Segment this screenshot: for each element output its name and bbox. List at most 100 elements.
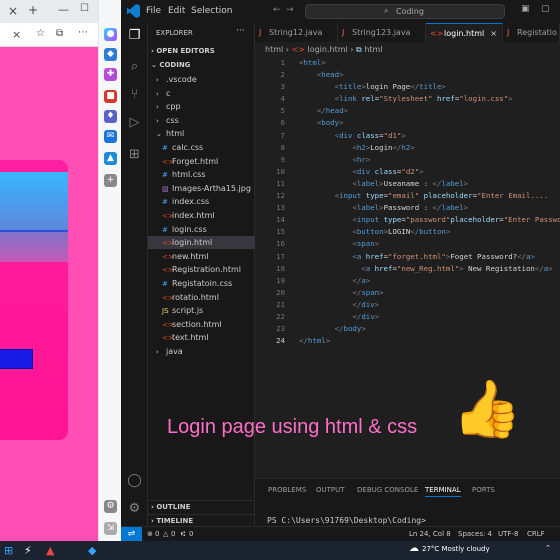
file-tree-item[interactable]: <>section.html: [148, 318, 255, 331]
code-line[interactable]: </div>: [299, 311, 560, 323]
encoding[interactable]: UTF-8: [498, 527, 518, 542]
file-tree-item[interactable]: › cpp: [148, 100, 255, 113]
explorer-icon[interactable]: ❐: [127, 28, 142, 43]
tab-login-html[interactable]: <> login.html ×: [426, 23, 503, 42]
file-tree-item[interactable]: <>login.html: [148, 236, 255, 250]
terminal-prompt[interactable]: PS C:\Users\91769\Desktop\Coding>: [267, 516, 426, 525]
tab-string12[interactable]: J String12.java: [255, 23, 338, 42]
layout-icon[interactable]: ▣: [521, 4, 530, 14]
file-tree-item[interactable]: › .vscode: [148, 73, 255, 86]
breadcrumb-item[interactable]: html: [265, 45, 283, 54]
minimize-button[interactable]: —: [58, 3, 69, 16]
login-button[interactable]: [0, 349, 33, 369]
file-tree-item[interactable]: ⌄ html: [148, 127, 255, 140]
file-tree-item[interactable]: ▨ Images-Artha15.jpg: [148, 182, 255, 195]
code-line[interactable]: <input type="password"placeholder="Enter…: [299, 214, 560, 226]
start-icon[interactable]: ⊞: [4, 544, 13, 557]
account-icon[interactable]: ◯: [127, 473, 142, 488]
file-tree-item[interactable]: <>Registration.html: [148, 263, 255, 276]
breadcrumb-item[interactable]: login.html: [307, 45, 347, 54]
source-control-icon[interactable]: ⑂: [127, 87, 142, 102]
taskbar-app-icon[interactable]: ⚡: [24, 544, 32, 557]
more-icon[interactable]: ⋯: [78, 27, 88, 38]
code-line[interactable]: <a href="forget.html">Foget Password?</a…: [299, 251, 560, 263]
code-line[interactable]: <head>: [299, 69, 560, 81]
file-tree-item[interactable]: › css: [148, 114, 255, 127]
code-line[interactable]: <button>LOGIN</button>: [299, 226, 560, 238]
code-line[interactable]: <body>: [299, 117, 560, 129]
games-icon[interactable]: ♦: [104, 110, 117, 123]
panel-toggle-icon[interactable]: ▢: [541, 4, 550, 14]
maximize-button[interactable]: ☐: [80, 3, 89, 14]
taskbar-app-icon[interactable]: ▲: [46, 544, 54, 557]
tab-string123[interactable]: J String123.java: [338, 23, 426, 42]
panel-tab-problems[interactable]: PROBLEMS: [268, 486, 306, 494]
file-tree-item[interactable]: <>text.html: [148, 331, 255, 344]
code-line[interactable]: <label>Password : </label>: [299, 202, 560, 214]
cursor-position[interactable]: Ln 24, Col 8: [409, 527, 451, 542]
menu-edit[interactable]: Edit: [168, 6, 185, 16]
remote-indicator[interactable]: ⇌: [121, 527, 142, 542]
new-tab-button[interactable]: +: [28, 3, 38, 17]
sidebar-expand-icon[interactable]: ⇲: [104, 522, 117, 535]
warning-count[interactable]: 0: [171, 527, 175, 542]
extensions-icon[interactable]: ⊞: [127, 147, 142, 162]
file-tree-item[interactable]: # html.css: [148, 168, 255, 181]
nav-forward-icon[interactable]: →: [286, 5, 294, 15]
folder-coding-section[interactable]: ⌄ CODING: [148, 59, 255, 72]
file-tree-item[interactable]: <>rotatio.html: [148, 291, 255, 304]
nav-back-icon[interactable]: ←: [273, 5, 281, 15]
code-line[interactable]: </html>: [299, 335, 560, 347]
code-line[interactable]: <div class="d2">: [299, 166, 560, 178]
code-line[interactable]: </a>: [299, 275, 560, 287]
file-tree-item[interactable]: <>new.html: [148, 250, 255, 263]
collections-icon[interactable]: ⧉: [56, 28, 63, 39]
weather-text[interactable]: 27°C Mostly cloudy: [422, 545, 490, 553]
copilot-icon[interactable]: ●: [104, 28, 117, 41]
ports-count[interactable]: 0: [189, 527, 193, 542]
file-tree-item[interactable]: # login.css: [148, 223, 255, 236]
code-line[interactable]: <html>: [299, 57, 560, 69]
file-tree-item[interactable]: # calc.css: [148, 141, 255, 154]
code-editor[interactable]: <html> <head> <title>login Page</title> …: [299, 57, 560, 347]
office-icon[interactable]: ■: [104, 90, 117, 103]
drop-icon[interactable]: ▲: [104, 152, 117, 165]
code-line[interactable]: <title>login Page</title>: [299, 81, 560, 93]
outlook-icon[interactable]: ✉: [104, 130, 117, 143]
breadcrumb-item[interactable]: html: [364, 45, 382, 54]
code-line[interactable]: <div class="d1">: [299, 130, 560, 142]
panel-tab-debug-console[interactable]: DEBUG CONSOLE: [357, 486, 418, 494]
indentation[interactable]: Spaces: 4: [458, 527, 492, 542]
file-tree-item[interactable]: JS script.js: [148, 304, 255, 317]
tray-chevron-icon[interactable]: ⌃: [545, 544, 551, 552]
close-icon[interactable]: ×: [12, 28, 21, 41]
shopping-icon[interactable]: ◆: [104, 48, 117, 61]
code-line[interactable]: </body>: [299, 323, 560, 335]
tab-registration[interactable]: J Registatio: [503, 23, 560, 42]
manage-gear-icon[interactable]: ⚙: [127, 501, 142, 516]
run-debug-icon[interactable]: ▷: [127, 115, 142, 130]
code-line[interactable]: <hr>: [299, 154, 560, 166]
file-tree-item[interactable]: › c: [148, 87, 255, 100]
file-tree-item[interactable]: › java: [148, 345, 255, 358]
menu-file[interactable]: File: [146, 6, 161, 16]
explorer-more-icon[interactable]: ···: [236, 26, 245, 36]
panel-tab-ports[interactable]: PORTS: [472, 486, 495, 494]
add-sidebar-icon[interactable]: +: [104, 174, 117, 187]
code-line[interactable]: <link rel="Stylesheet" href="login.css">: [299, 93, 560, 105]
open-editors-section[interactable]: › OPEN EDITORS: [148, 45, 255, 58]
file-tree-item[interactable]: # index.css: [148, 195, 255, 208]
favorites-icon[interactable]: ☆: [36, 28, 45, 39]
outline-section[interactable]: › OUTLINE: [148, 500, 255, 513]
code-line[interactable]: <input type="email" placeholder="Enter E…: [299, 190, 560, 202]
close-icon[interactable]: ×: [490, 24, 497, 43]
code-line[interactable]: <a href="new_Reg.html"> New Registation<…: [299, 263, 560, 275]
file-tree-item[interactable]: # Registatoin.css: [148, 277, 255, 290]
code-line[interactable]: <label>Useaname : </label>: [299, 178, 560, 190]
command-search-input[interactable]: ⌕ Coding: [305, 4, 505, 19]
code-line[interactable]: </head>: [299, 105, 560, 117]
sidebar-settings-icon[interactable]: ⚙: [104, 500, 117, 513]
error-count[interactable]: 0: [155, 527, 159, 542]
browser-tab-close-button[interactable]: ×: [8, 4, 18, 18]
line-ending[interactable]: CRLF: [527, 527, 545, 542]
